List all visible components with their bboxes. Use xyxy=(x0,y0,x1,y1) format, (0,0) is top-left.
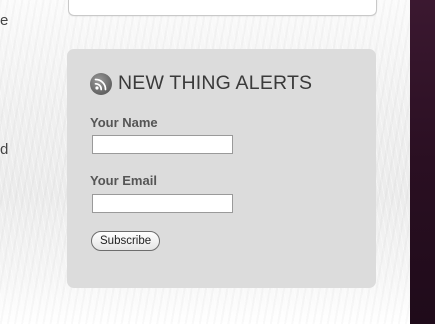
new-thing-alerts-widget: NEW THING ALERTS Your Name Your Email Su… xyxy=(67,49,376,288)
left-text-fragment: e xyxy=(0,12,9,29)
widget-header: NEW THING ALERTS xyxy=(90,72,312,95)
name-input[interactable] xyxy=(92,135,233,154)
name-field-label: Your Name xyxy=(90,115,158,130)
email-field-label: Your Email xyxy=(90,173,157,188)
widget-title: NEW THING ALERTS xyxy=(118,72,313,94)
subscribe-button[interactable]: Subscribe xyxy=(91,231,161,251)
email-input[interactable] xyxy=(92,194,233,213)
top-content-box xyxy=(68,0,377,16)
left-text-fragment: d xyxy=(0,141,9,158)
right-sidebar-strip xyxy=(410,0,435,324)
rss-feed-icon xyxy=(90,72,112,95)
